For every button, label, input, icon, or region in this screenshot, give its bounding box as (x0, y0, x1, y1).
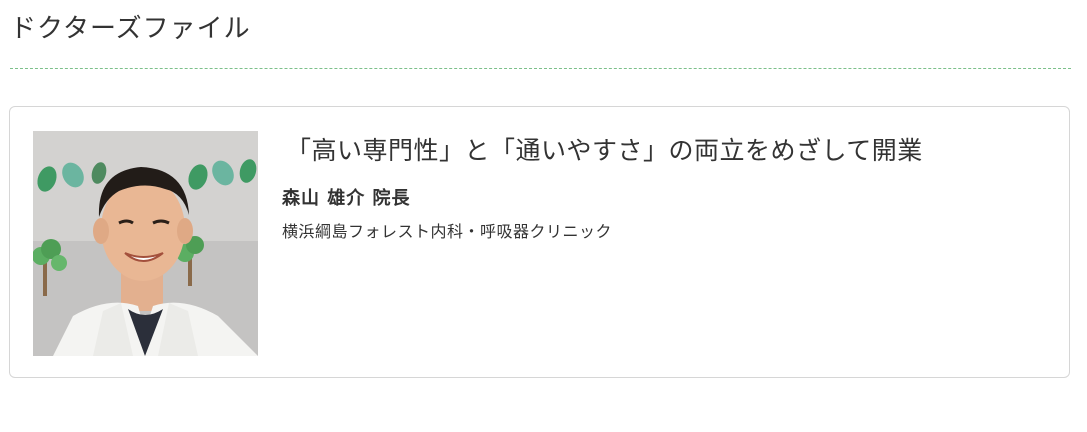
doctor-name: 森山 雄介 院長 (282, 188, 411, 209)
section-title: ドクターズファイル (10, 14, 251, 44)
interview-headline[interactable]: 「高い専門性」と「通いやすさ」の両立をめざして開業 (286, 131, 923, 171)
dashed-divider (10, 68, 1071, 69)
doctor-file-card[interactable]: 「高い専門性」と「通いやすさ」の両立をめざして開業 森山 雄介 院長 横浜綱島フ… (9, 106, 1070, 378)
clinic-name: 横浜綱島フォレスト内科・呼吸器クリニック (282, 222, 613, 241)
doctor-photo (33, 131, 258, 356)
